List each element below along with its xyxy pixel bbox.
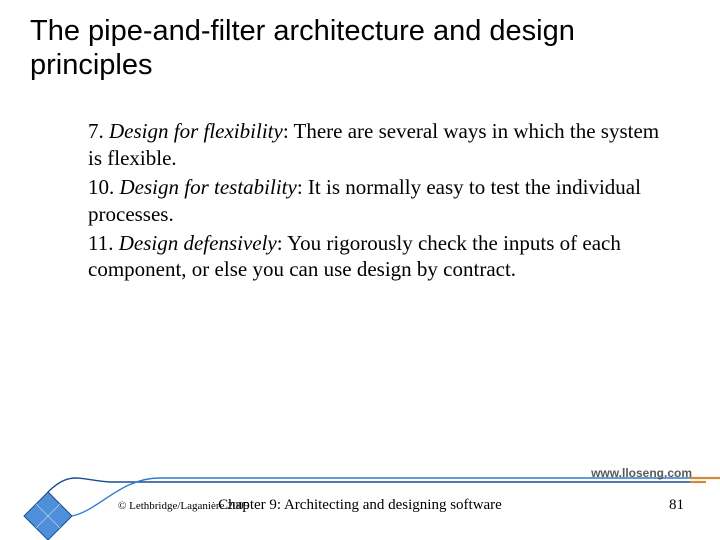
item-number: 10. xyxy=(88,175,114,199)
list-item: 10. Design for testability: It is normal… xyxy=(88,174,668,228)
page-number: 81 xyxy=(669,497,684,514)
list-item: 11. Design defensively: You rigorously c… xyxy=(88,230,668,284)
list-item: 7. Design for flexibility: There are sev… xyxy=(88,118,668,172)
slide: The pipe-and-filter architecture and des… xyxy=(0,0,720,540)
item-principle: Design for flexibility xyxy=(109,119,283,143)
footer-chapter: Chapter 9: Architecting and designing so… xyxy=(0,497,720,514)
item-principle: Design defensively xyxy=(119,231,277,255)
decorative-lines xyxy=(0,420,720,540)
footer-url: www.lloseng.com xyxy=(591,466,692,480)
slide-body: 7. Design for flexibility: There are sev… xyxy=(88,118,668,285)
slide-title: The pipe-and-filter architecture and des… xyxy=(30,14,670,82)
item-number: 11. xyxy=(88,231,113,255)
item-principle: Design for testability xyxy=(120,175,297,199)
item-number: 7. xyxy=(88,119,104,143)
